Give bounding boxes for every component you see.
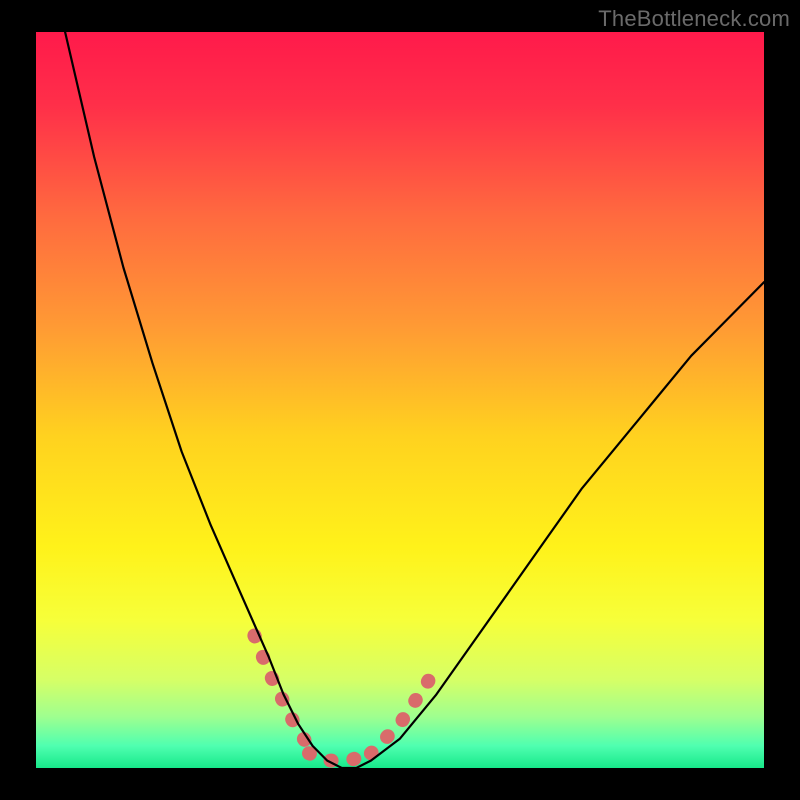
chart-frame: TheBottleneck.com [0, 0, 800, 800]
chart-svg [0, 0, 800, 800]
watermark-text: TheBottleneck.com [598, 6, 790, 32]
